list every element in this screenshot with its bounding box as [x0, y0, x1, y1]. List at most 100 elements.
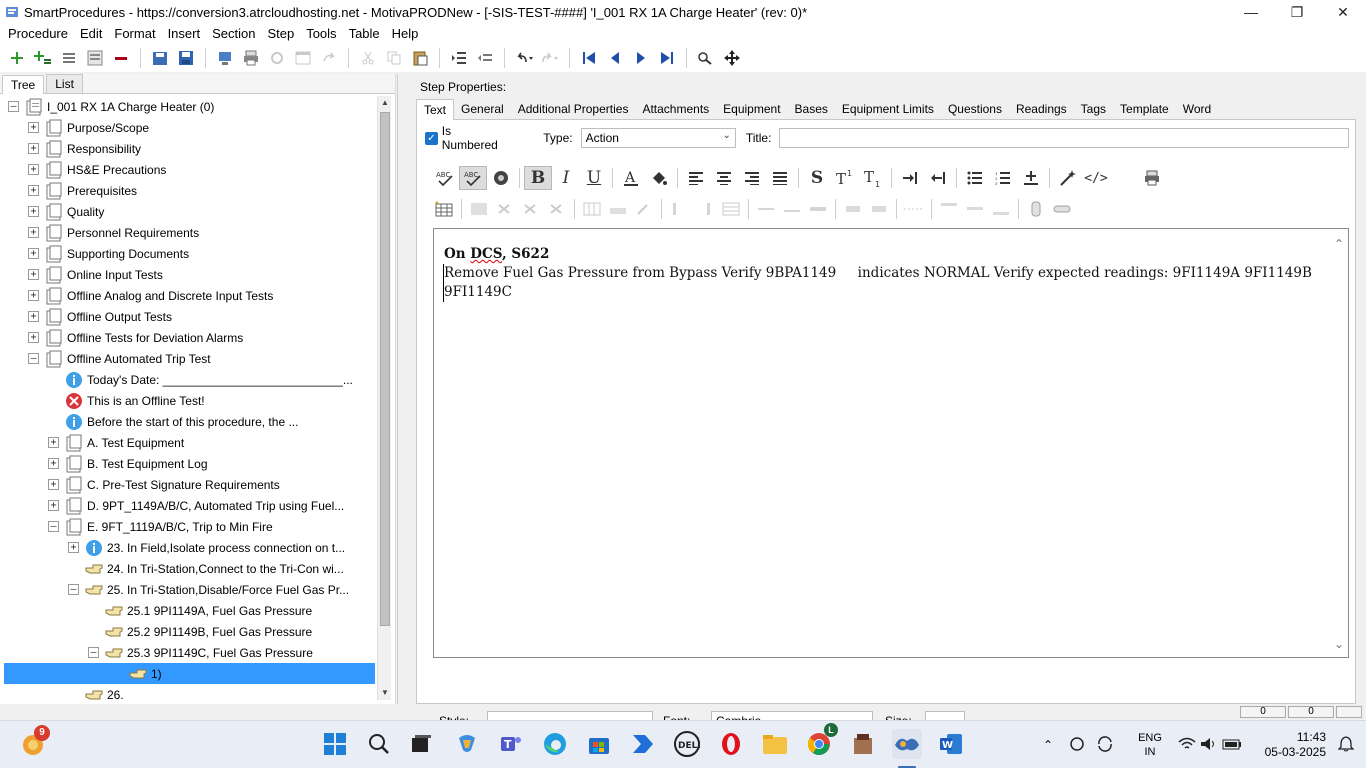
tree-node-section[interactable]: + Online Input Tests — [0, 264, 376, 285]
tree-scrollbar[interactable]: ▲ ▼ — [377, 96, 391, 700]
tab-text[interactable]: Text — [416, 99, 455, 120]
row-height-icon[interactable] — [840, 198, 866, 220]
properties-icon[interactable] — [82, 46, 108, 70]
numbered-list-icon[interactable]: 123 — [989, 166, 1017, 190]
tree-node-subsection[interactable]: + C. Pre-Test Signature Requirements — [0, 474, 376, 495]
search-icon[interactable] — [364, 729, 394, 759]
refresh-icon[interactable] — [264, 46, 290, 70]
tree-node-step[interactable]: 25.1 9PI1149A, Fuel Gas Pressure — [0, 600, 376, 621]
sync-icon[interactable] — [1092, 735, 1118, 755]
add-icon[interactable] — [4, 46, 30, 70]
collapse-icon[interactable]: – — [88, 647, 99, 658]
dell-icon[interactable]: DELL — [672, 729, 702, 759]
decrease-indent-icon[interactable] — [924, 166, 952, 190]
tab-readings[interactable]: Readings — [1009, 99, 1074, 119]
tree-node-info[interactable]: Before the start of this procedure, the … — [0, 411, 376, 432]
distribute-rows-icon[interactable] — [901, 198, 927, 220]
delete-table-icon[interactable] — [544, 198, 570, 220]
menu-help[interactable]: Help — [386, 25, 425, 43]
expand-icon[interactable]: + — [28, 269, 39, 280]
magic-wand-icon[interactable] — [1054, 166, 1082, 190]
strikethrough-button[interactable]: S — [803, 166, 831, 190]
cut-icon[interactable] — [355, 46, 381, 70]
align-left-icon[interactable] — [682, 166, 710, 190]
tree-node-section[interactable]: – Offline Automated Trip Test — [0, 348, 376, 369]
tree-node-section[interactable]: + Offline Analog and Discrete Input Tests — [0, 285, 376, 306]
tree-node-step[interactable]: 25.2 9PI1149B, Fuel Gas Pressure — [0, 621, 376, 642]
find-icon[interactable] — [693, 46, 719, 70]
insert-table-icon[interactable] — [431, 198, 457, 220]
menu-table[interactable]: Table — [343, 25, 386, 43]
tab-bases[interactable]: Bases — [788, 99, 835, 119]
is-numbered-checkbox[interactable]: ✓ — [425, 131, 438, 145]
tree-node-section[interactable]: + Offline Output Tests — [0, 306, 376, 327]
expand-icon[interactable]: + — [28, 332, 39, 343]
battery-icon[interactable] — [1220, 738, 1244, 753]
border-middle-icon[interactable] — [962, 198, 988, 220]
power-automate-icon[interactable] — [628, 729, 658, 759]
menu-procedure[interactable]: Procedure — [2, 25, 74, 43]
copilot-icon[interactable] — [452, 729, 482, 759]
window-icon[interactable] — [290, 46, 316, 70]
tree-node-step[interactable]: 26. — [0, 684, 376, 704]
tab-list[interactable]: List — [46, 74, 83, 93]
expand-icon[interactable]: + — [28, 122, 39, 133]
expand-icon[interactable]: + — [28, 290, 39, 301]
html-source-icon[interactable]: </> — [1082, 166, 1110, 190]
tab-template[interactable]: Template — [1113, 99, 1176, 119]
redo-icon[interactable] — [316, 46, 342, 70]
tree-node-section[interactable]: + Purpose/Scope — [0, 117, 376, 138]
expand-icon[interactable]: + — [48, 479, 59, 490]
expand-icon[interactable]: + — [68, 542, 79, 553]
edge-icon[interactable] — [540, 729, 570, 759]
chevron-up-icon[interactable]: ⌃ — [1038, 738, 1058, 752]
tree-node-subsection[interactable]: + D. 9PT_1149A/B/C, Automated Trip using … — [0, 495, 376, 516]
move-icon[interactable] — [719, 46, 745, 70]
expand-icon[interactable]: + — [28, 164, 39, 175]
subscript-button[interactable]: T1 — [859, 166, 887, 190]
increase-indent-icon[interactable] — [896, 166, 924, 190]
save-icon[interactable] — [173, 46, 199, 70]
app-archive-icon[interactable] — [848, 729, 878, 759]
insert-row-below-icon[interactable] — [779, 198, 805, 220]
language-indicator[interactable]: ENG IN — [1126, 731, 1174, 759]
bold-button[interactable]: B — [524, 166, 552, 190]
store-icon[interactable] — [584, 729, 614, 759]
border-bottom-icon[interactable] — [988, 198, 1014, 220]
tab-attachments[interactable]: Attachments — [635, 99, 716, 119]
collapse-icon[interactable]: – — [68, 584, 79, 595]
restore-button[interactable]: ❐ — [1274, 0, 1320, 24]
tab-questions[interactable]: Questions — [941, 99, 1009, 119]
justify-icon[interactable] — [766, 166, 794, 190]
chevron-up-icon[interactable]: ⌃ — [1334, 237, 1344, 251]
menu-section[interactable]: Section — [206, 25, 261, 43]
bullet-list-icon[interactable] — [961, 166, 989, 190]
close-button[interactable]: ✕ — [1320, 0, 1366, 24]
tree-node-step[interactable]: 24. In Tri-Station,Connect to the Tri-Co… — [0, 558, 376, 579]
title-input[interactable] — [779, 128, 1349, 148]
highlight-color-icon[interactable] — [645, 166, 673, 190]
tab-equipment[interactable]: Equipment — [716, 99, 787, 119]
tab-additional-properties[interactable]: Additional Properties — [511, 99, 636, 119]
split-cells-icon[interactable] — [605, 198, 631, 220]
scroll-down-arrow-icon[interactable]: ▼ — [378, 686, 392, 700]
tree-node-section[interactable]: + Offline Tests for Deviation Alarms — [0, 327, 376, 348]
insert-column-left-icon[interactable] — [666, 198, 692, 220]
menu-format[interactable]: Format — [108, 25, 161, 43]
tree-node-subsection[interactable]: – E. 9FT_1119A/B/C, Trip to Min Fire — [0, 516, 376, 537]
tree-node-subsection[interactable]: + B. Test Equipment Log — [0, 453, 376, 474]
scroll-thumb[interactable] — [380, 112, 390, 626]
tree-node-selected[interactable]: 1) — [4, 663, 375, 684]
clock[interactable]: 11:43 05-03-2025 — [1256, 730, 1326, 760]
cylinder-icon[interactable] — [1023, 198, 1049, 220]
add-child-icon[interactable] — [30, 46, 56, 70]
cell-format-icon[interactable] — [631, 198, 657, 220]
collapse-icon[interactable]: – — [28, 353, 39, 364]
smartprocedures-taskbar-icon[interactable] — [892, 729, 922, 759]
panel-splitter[interactable] — [397, 74, 407, 704]
expand-icon[interactable]: + — [28, 311, 39, 322]
expand-icon[interactable]: + — [28, 227, 39, 238]
tree-node-step[interactable]: – 25. In Tri-Station,Disable/Force Fuel G… — [0, 579, 376, 600]
teams-icon[interactable]: T — [496, 729, 526, 759]
widgets-icon[interactable]: 9 — [18, 725, 50, 759]
